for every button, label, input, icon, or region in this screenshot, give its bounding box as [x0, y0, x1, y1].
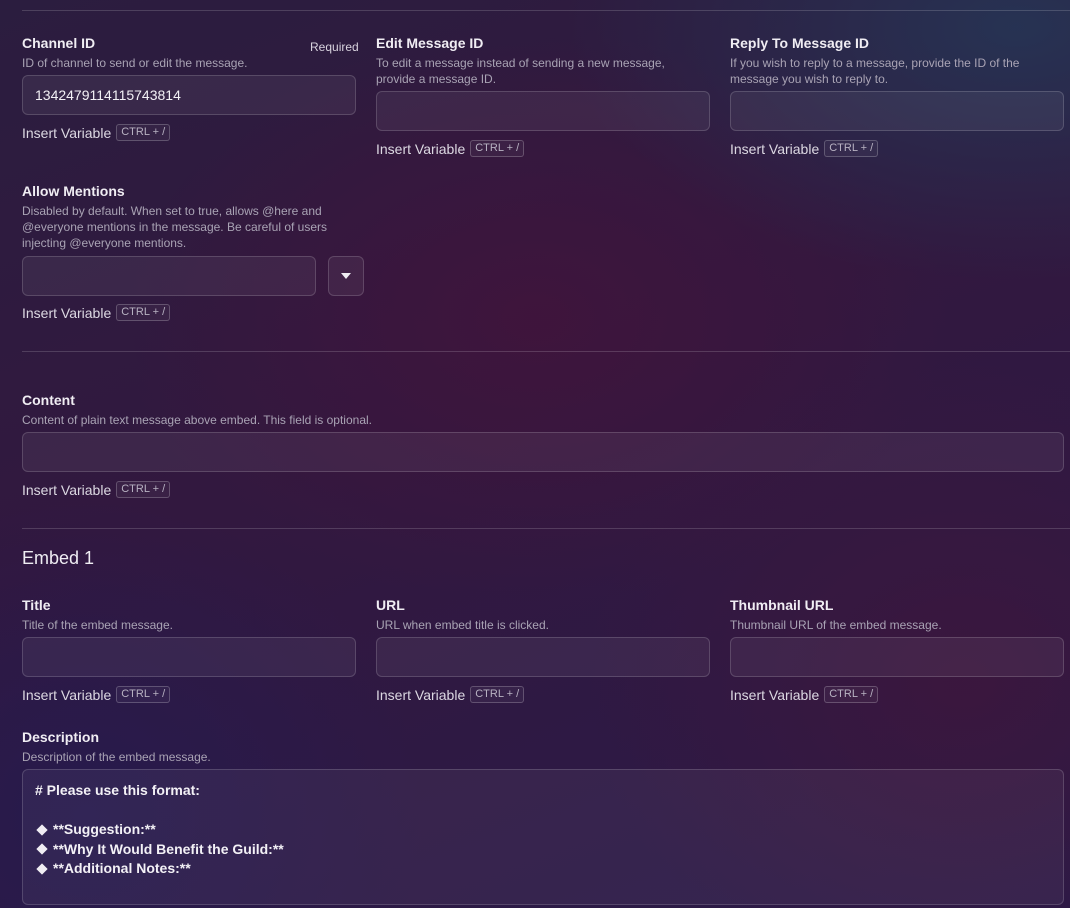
- embed-thumbnail-url-input[interactable]: [730, 637, 1064, 677]
- required-badge: Required: [310, 40, 359, 54]
- embed-description-textarea[interactable]: # Please use this format: **Suggestion:*…: [22, 769, 1064, 905]
- shortcut-badge: CTRL + /: [824, 686, 879, 703]
- channel-id-label: Channel ID: [22, 35, 96, 51]
- shortcut-badge: CTRL + /: [116, 686, 171, 703]
- diamond-bullet-icon: [36, 824, 48, 836]
- insert-variable-label: Insert Variable: [376, 686, 466, 703]
- content-label: Content: [22, 392, 75, 408]
- embed-section-title: Embed 1: [22, 548, 95, 568]
- shortcut-badge: CTRL + /: [116, 481, 171, 498]
- insert-variable-content[interactable]: Insert Variable CTRL + /: [22, 481, 171, 498]
- description-line: **Why It Would Benefit the Guild:**: [35, 840, 1051, 860]
- embed-title-help: Title of the embed message.: [22, 618, 173, 632]
- insert-variable-label: Insert Variable: [22, 686, 112, 703]
- reply-to-message-id-input[interactable]: [730, 91, 1064, 131]
- diamond-bullet-icon: [36, 843, 48, 855]
- embed-title-input[interactable]: [22, 637, 356, 677]
- insert-variable-label: Insert Variable: [22, 124, 112, 141]
- channel-id-help: ID of channel to send or edit the messag…: [22, 56, 248, 70]
- insert-variable-embed-thumbnail-url[interactable]: Insert Variable CTRL + /: [730, 686, 879, 703]
- description-line: [35, 801, 1051, 821]
- embed-url-label: URL: [376, 597, 405, 613]
- insert-variable-reply-to-message-id[interactable]: Insert Variable CTRL + /: [730, 140, 879, 157]
- insert-variable-label: Insert Variable: [22, 481, 112, 498]
- edit-message-id-input[interactable]: [376, 91, 710, 131]
- embed-description-label: Description: [22, 729, 100, 745]
- insert-variable-label: Insert Variable: [22, 304, 112, 321]
- insert-variable-channel-id[interactable]: Insert Variable CTRL + /: [22, 124, 171, 141]
- embed-url-input[interactable]: [376, 637, 710, 677]
- channel-id-input[interactable]: [22, 75, 356, 115]
- shortcut-badge: CTRL + /: [116, 124, 171, 141]
- caret-down-icon: [341, 273, 351, 279]
- embed-title-label: Title: [22, 597, 51, 613]
- embed-thumbnail-url-label: Thumbnail URL: [730, 597, 834, 613]
- divider: [22, 528, 1070, 529]
- shortcut-badge: CTRL + /: [470, 686, 525, 703]
- shortcut-badge: CTRL + /: [116, 304, 171, 321]
- shortcut-badge: CTRL + /: [824, 140, 879, 157]
- insert-variable-edit-message-id[interactable]: Insert Variable CTRL + /: [376, 140, 525, 157]
- insert-variable-label: Insert Variable: [730, 140, 820, 157]
- reply-to-message-id-label: Reply To Message ID: [730, 35, 870, 51]
- description-line: **Additional Notes:**: [35, 859, 1051, 879]
- insert-variable-embed-title[interactable]: Insert Variable CTRL + /: [22, 686, 171, 703]
- divider: [22, 351, 1070, 352]
- reply-to-message-id-help: If you wish to reply to a message, provi…: [730, 56, 1020, 86]
- shortcut-badge: CTRL + /: [470, 140, 525, 157]
- allow-mentions-help: Disabled by default. When set to true, a…: [22, 204, 328, 250]
- diamond-bullet-icon: [36, 863, 48, 875]
- embed-description-help: Description of the embed message.: [22, 750, 211, 764]
- insert-variable-label: Insert Variable: [730, 686, 820, 703]
- insert-variable-label: Insert Variable: [376, 140, 466, 157]
- allow-mentions-dropdown-button[interactable]: [328, 256, 364, 296]
- description-line: # Please use this format:: [35, 782, 200, 798]
- description-line: **Suggestion:**: [35, 820, 1051, 840]
- content-help: Content of plain text message above embe…: [22, 413, 372, 427]
- allow-mentions-label: Allow Mentions: [22, 183, 125, 199]
- edit-message-id-label: Edit Message ID: [376, 35, 484, 51]
- edit-message-id-help: To edit a message instead of sending a n…: [376, 56, 665, 86]
- content-input[interactable]: [22, 432, 1064, 472]
- allow-mentions-input[interactable]: [22, 256, 316, 296]
- insert-variable-allow-mentions[interactable]: Insert Variable CTRL + /: [22, 304, 171, 321]
- insert-variable-embed-url[interactable]: Insert Variable CTRL + /: [376, 686, 525, 703]
- embed-url-help: URL when embed title is clicked.: [376, 618, 549, 632]
- top-divider: [22, 10, 1070, 11]
- embed-thumbnail-url-help: Thumbnail URL of the embed message.: [730, 618, 942, 632]
